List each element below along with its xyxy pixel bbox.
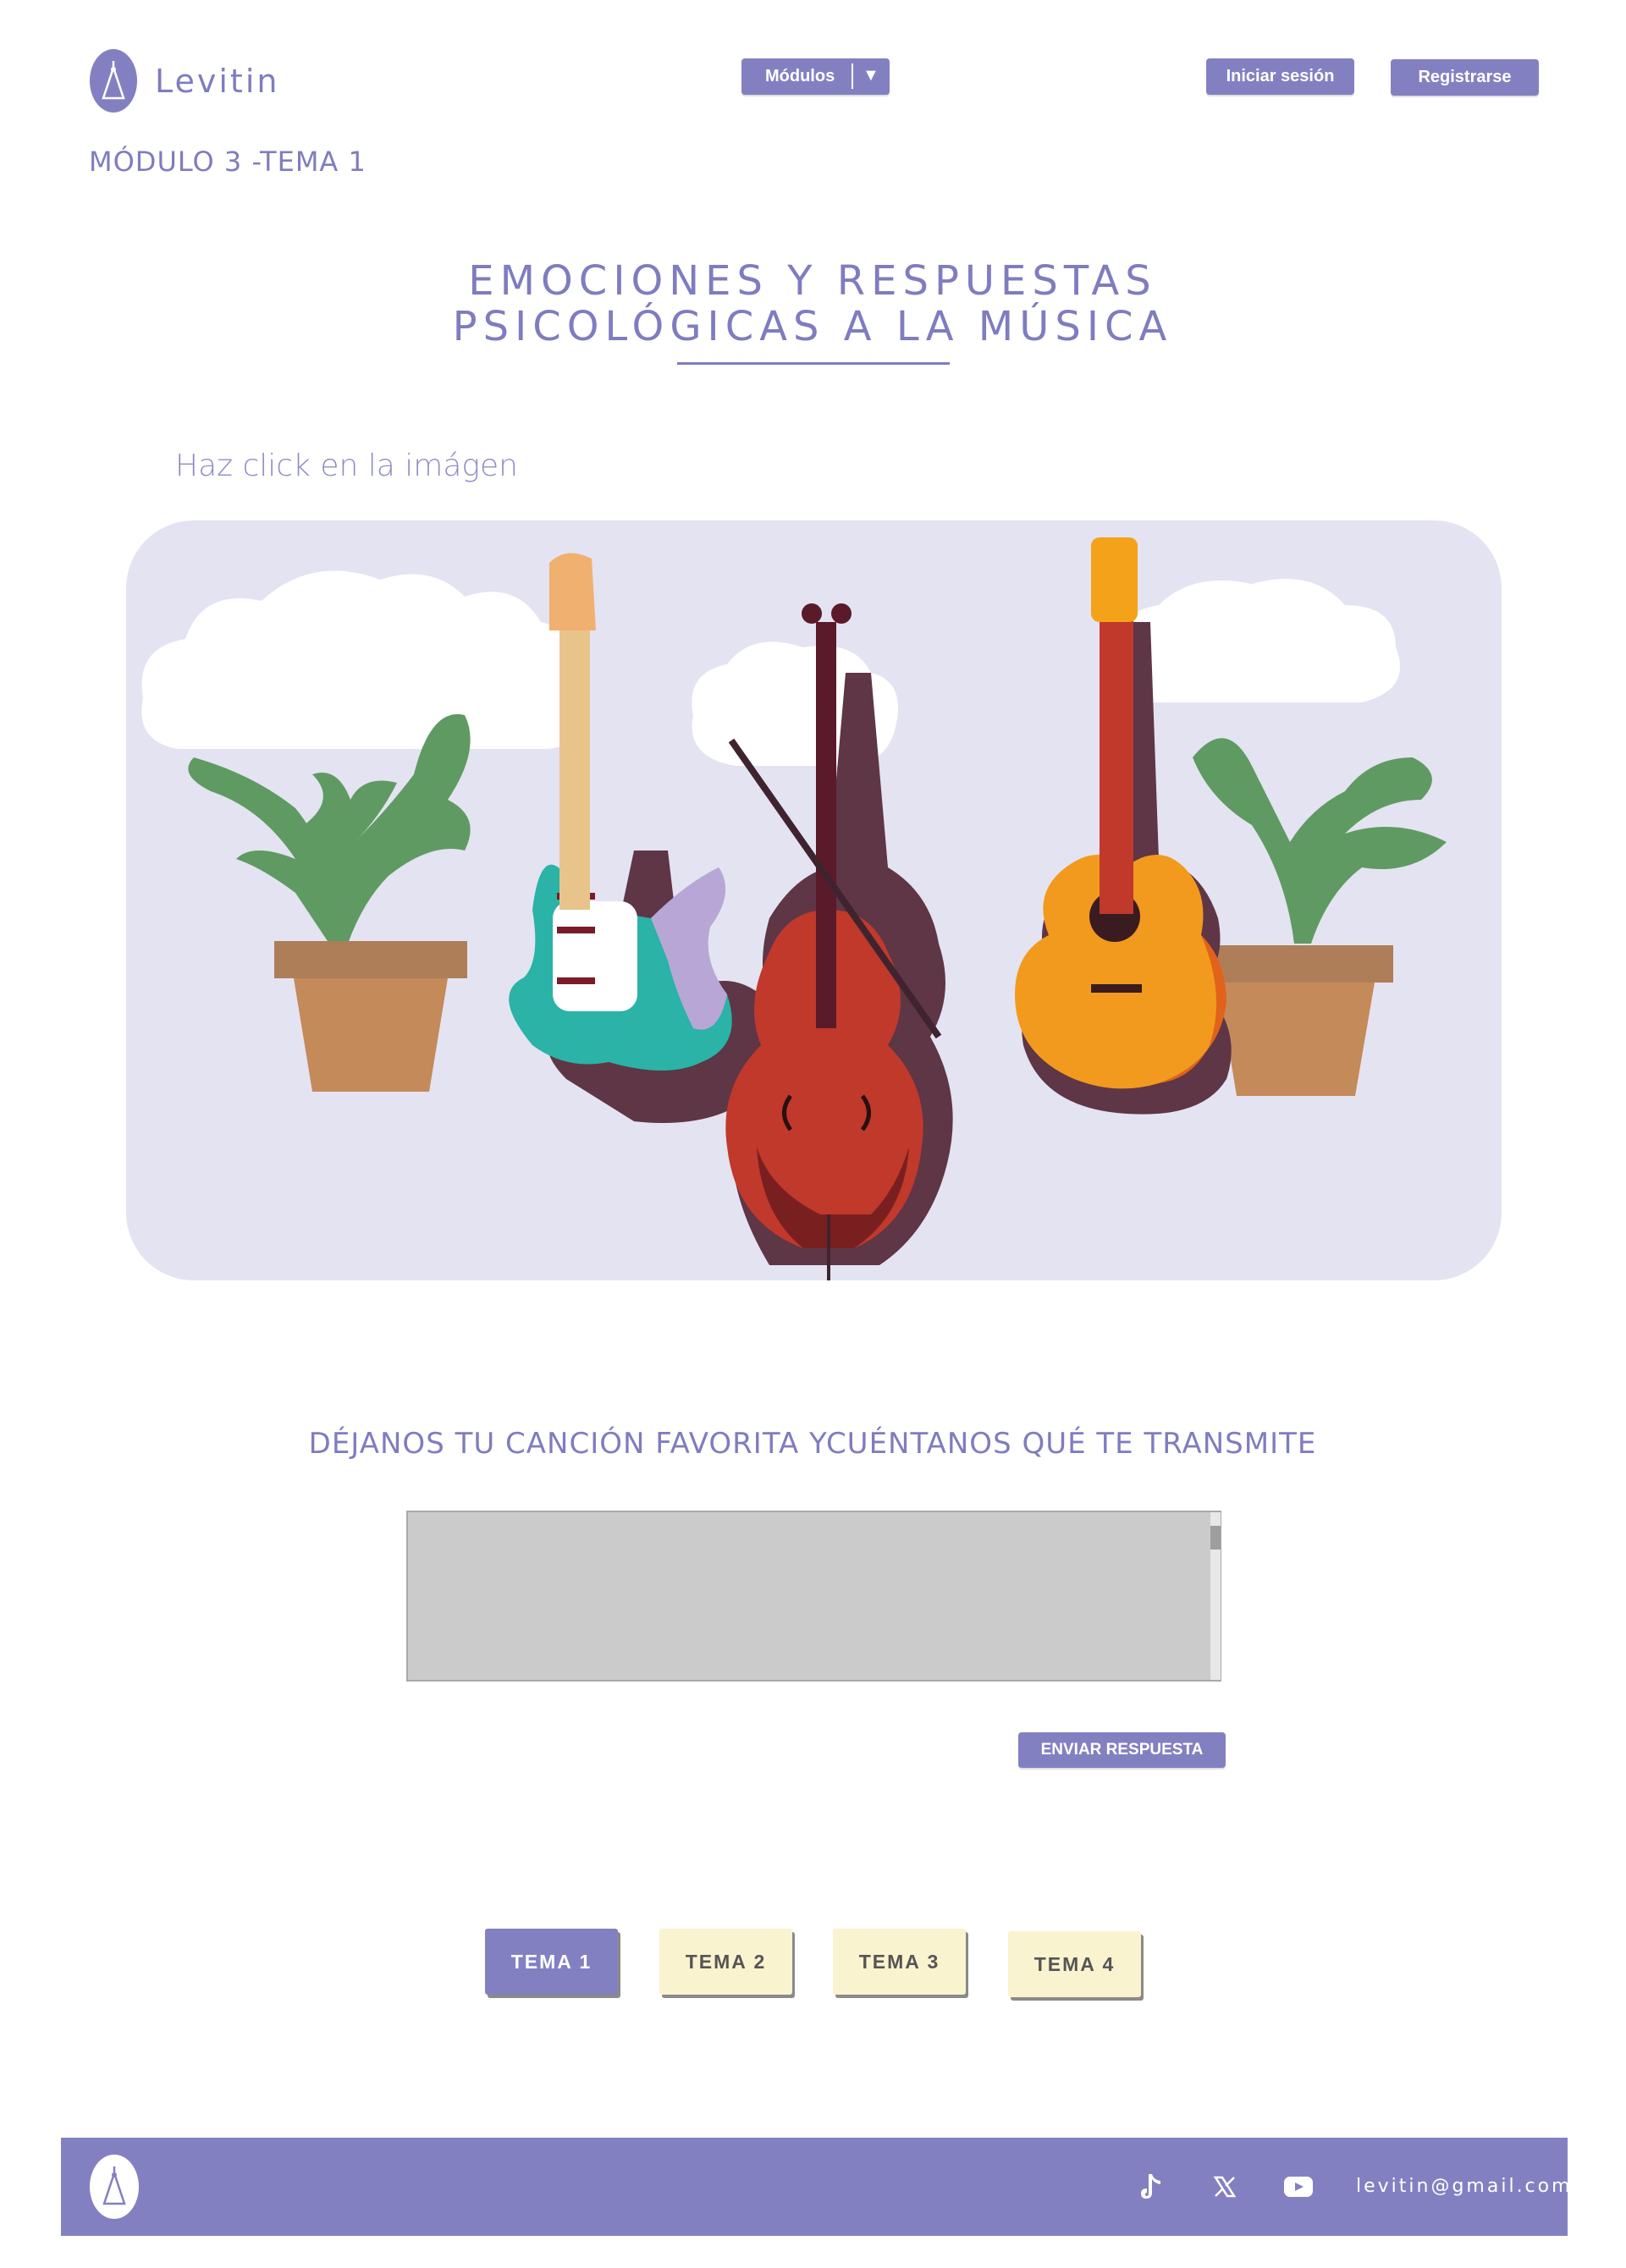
tab-tema-2[interactable]: TEMA 2 [659,1929,792,1995]
title-underline [677,362,950,365]
page-title-line2: PSICOLÓGICAS A LA MÚSICA [452,303,1173,350]
footer-email[interactable]: levitin@gmail.com [1356,2176,1573,2197]
submit-answer-button[interactable]: ENVIAR RESPUESTA [1018,1732,1226,1768]
tab-tema-4[interactable]: TEMA 4 [1008,1931,1141,1997]
chevron-down-icon: ▼ [863,66,879,85]
tab-tema-1[interactable]: TEMA 1 [485,1929,618,1995]
tiktok-icon[interactable] [1134,2170,1168,2204]
click-hint: Haz click en la imágen [175,449,518,483]
answer-textarea[interactable] [406,1511,1221,1682]
footer-logo-icon[interactable] [90,2155,139,2219]
scrollbar-thumb[interactable] [1210,1526,1221,1550]
tab-tema-3[interactable]: TEMA 3 [833,1929,966,1995]
textarea-scrollbar[interactable] [1210,1512,1221,1680]
login-button[interactable]: Iniciar sesión [1206,58,1354,95]
x-icon[interactable] [1208,2170,1242,2204]
logo-icon[interactable] [90,49,137,113]
instruments-illustration[interactable] [126,520,1502,1280]
register-button[interactable]: Registrarse [1391,59,1539,96]
page-title: EMOCIONES Y RESPUESTAS PSICOLÓGICAS A LA… [389,258,1236,350]
footer: levitin@gmail.com [61,2138,1570,2236]
youtube-icon[interactable] [1280,2170,1317,2204]
brand-name[interactable]: Levitin [155,63,279,100]
page-title-line1: EMOCIONES Y RESPUESTAS [468,257,1157,305]
divider [852,63,853,89]
illustration-art [141,537,1447,1280]
modules-dropdown[interactable]: Módulos ▼ [741,58,890,95]
modules-label: Módulos [765,67,835,85]
question-heading: DÉJANOS TU CANCIÓN FAVORITA YCUÉNTANOS Q… [308,1427,1317,1461]
breadcrumb: MÓDULO 3 -TEMA 1 [89,146,367,178]
